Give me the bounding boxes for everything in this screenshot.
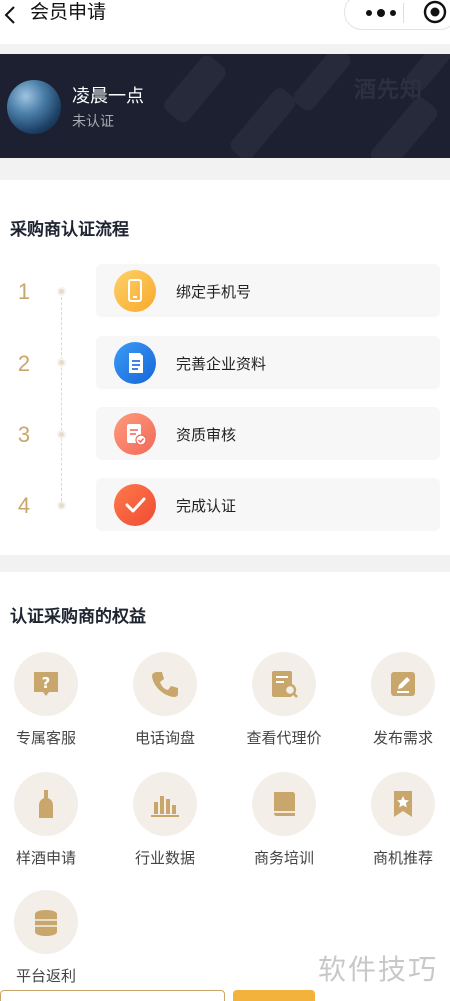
user-name: 凌晨一点 xyxy=(72,86,144,106)
step-card-complete[interactable]: 完成认证 xyxy=(96,478,440,531)
benefit-label: 商务培训 xyxy=(253,850,314,867)
capsule-divider xyxy=(403,3,404,23)
step-dot xyxy=(57,287,66,296)
benefit-platform-rebate[interactable]: 平台返利 xyxy=(0,890,96,1000)
svg-text:?: ? xyxy=(42,674,51,692)
step-dot xyxy=(57,430,66,439)
brand-watermark: 酒先知 xyxy=(354,77,424,102)
mini-program-capsule xyxy=(344,0,450,30)
step-dot xyxy=(57,501,66,510)
process-title: 采购商认证流程 xyxy=(10,220,129,239)
bottle-pattern-background xyxy=(164,54,450,158)
benefit-label: 专属客服 xyxy=(15,730,76,747)
benefit-post-demand[interactable]: 发布需求 xyxy=(353,652,450,762)
benefit-label: 发布需求 xyxy=(372,730,433,747)
page-title: 会员申请 xyxy=(30,2,107,23)
benefit-agent-price[interactable]: 查看代理价 xyxy=(234,652,334,762)
checkmark-icon xyxy=(114,484,156,526)
avatar[interactable] xyxy=(7,80,61,134)
question-bubble-icon: ? xyxy=(34,672,58,696)
step-number: 3 xyxy=(17,422,31,447)
chevron-left-icon[interactable] xyxy=(2,4,22,26)
phone-handset-icon xyxy=(152,672,178,697)
timeline-line xyxy=(61,292,62,506)
benefit-label: 样酒申请 xyxy=(15,850,76,867)
bar-chart-icon xyxy=(151,796,179,817)
book-icon xyxy=(274,792,295,816)
benefit-exclusive-service[interactable]: ? 专属客服 xyxy=(0,652,96,762)
benefit-label: 平台返利 xyxy=(15,968,76,985)
benefit-phone-inquiry[interactable]: 电话询盘 xyxy=(115,652,215,762)
step-label: 绑定手机号 xyxy=(176,284,252,301)
step-number: 1 xyxy=(17,279,31,304)
step-card-qualification-review[interactable]: 资质审核 xyxy=(96,407,440,460)
coin-stack-icon xyxy=(35,910,57,936)
benefit-industry-data[interactable]: 行业数据 xyxy=(115,772,215,882)
bottom-button-partial[interactable] xyxy=(233,990,315,1001)
benefit-sample-wine[interactable]: 样酒申请 xyxy=(0,772,96,882)
certification-process-section: 采购商认证流程 1 绑定手机号 2 完善企业资料 3 资质审核 4 完成认证 xyxy=(0,180,450,555)
nav-bar: 会员申请 xyxy=(0,0,450,44)
step-label: 完成认证 xyxy=(176,498,237,515)
step-label: 完善企业资料 xyxy=(176,356,267,373)
step-number: 4 xyxy=(17,493,31,518)
benefit-business-recommend[interactable]: 商机推荐 xyxy=(353,772,450,882)
step-dot xyxy=(57,358,66,367)
step-number: 2 xyxy=(17,351,31,376)
phone-icon xyxy=(114,270,156,312)
benefit-label: 电话询盘 xyxy=(134,730,195,747)
bottom-input-partial[interactable] xyxy=(0,990,225,1001)
step-card-company-info[interactable]: 完善企业资料 xyxy=(96,336,440,389)
bookmark-star-icon xyxy=(394,791,412,817)
price-search-icon xyxy=(272,671,298,698)
benefits-section: 认证采购商的权益 ? 专属客服 电话询盘 查看代理价 发布需求 样酒申请 行业数… xyxy=(0,572,450,1001)
document-icon xyxy=(114,342,156,384)
bottle-icon xyxy=(39,790,53,818)
target-circle-icon[interactable] xyxy=(423,0,447,24)
verification-status: 未认证 xyxy=(72,113,114,129)
benefits-title: 认证采购商的权益 xyxy=(10,607,146,626)
step-label: 资质审核 xyxy=(176,427,237,444)
benefit-label: 查看代理价 xyxy=(246,730,322,747)
profile-banner: 凌晨一点 未认证 酒先知 xyxy=(0,54,450,158)
edit-icon xyxy=(391,672,415,696)
benefit-label: 行业数据 xyxy=(134,850,195,867)
site-watermark: 软件技巧 xyxy=(318,954,439,985)
audit-icon xyxy=(114,413,156,455)
benefit-business-training[interactable]: 商务培训 xyxy=(234,772,334,882)
step-card-bind-phone[interactable]: 绑定手机号 xyxy=(96,264,440,317)
benefit-label: 商机推荐 xyxy=(372,850,433,867)
more-dots-icon[interactable] xyxy=(361,1,401,21)
